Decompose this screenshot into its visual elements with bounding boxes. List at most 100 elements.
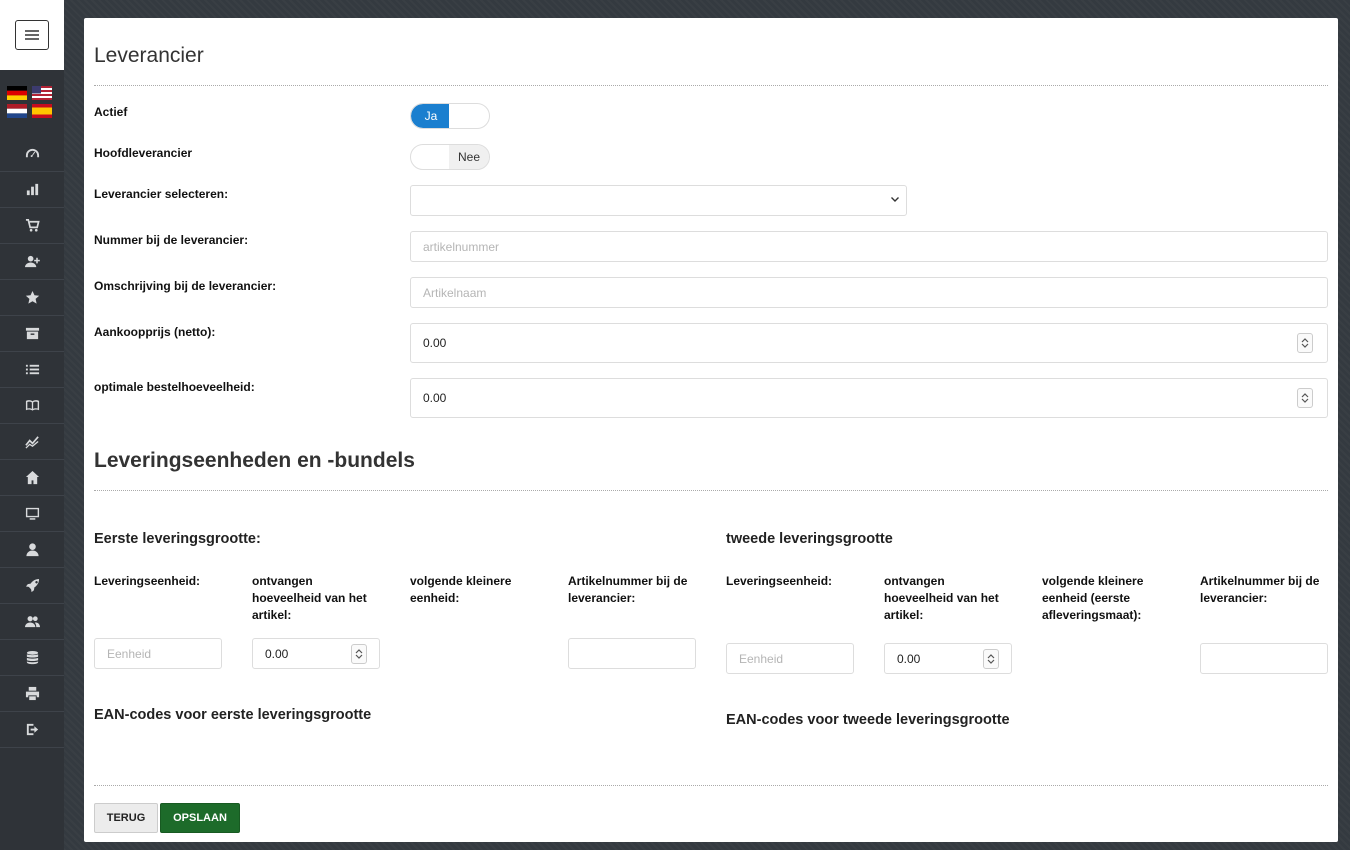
- first-col-unit: Leveringseenheid:: [94, 574, 201, 588]
- toggle-knob: [411, 145, 451, 169]
- first-qty-input[interactable]: 0.00: [252, 638, 380, 669]
- chevron-down-icon: [987, 659, 995, 664]
- sidebar-item-monitor[interactable]: [0, 496, 64, 532]
- user-icon: [25, 543, 39, 557]
- sidebar-item-analytics[interactable]: [0, 424, 64, 460]
- page-title: Leverancier: [94, 44, 204, 67]
- leverancier-select-label: Leverancier selecteren:: [94, 187, 229, 201]
- language-flags: [7, 86, 53, 118]
- dashboard-icon: [25, 148, 39, 158]
- sidebar-item-list[interactable]: [0, 352, 64, 388]
- sidebar-item-user[interactable]: [0, 532, 64, 568]
- sidebar-item-dashboard[interactable]: [0, 136, 64, 172]
- sidebar-item-catalog[interactable]: [0, 388, 64, 424]
- first-unit-input[interactable]: Eenheid: [94, 638, 222, 669]
- actief-toggle[interactable]: Ja: [410, 103, 490, 129]
- chevron-down-icon: [1301, 343, 1309, 348]
- menu-toggle-button[interactable]: [15, 20, 49, 50]
- database-icon: [26, 650, 38, 665]
- flag-nl-icon[interactable]: [7, 104, 27, 118]
- second-artnr-input[interactable]: [1200, 643, 1328, 674]
- aankoopprijs-stepper[interactable]: [1297, 333, 1313, 353]
- hoofdleverancier-toggle[interactable]: Nee: [410, 144, 490, 170]
- omschrijving-input[interactable]: Artikelnaam: [410, 277, 1328, 308]
- add-user-icon: [24, 255, 40, 268]
- leverancier-select[interactable]: [410, 185, 907, 216]
- omschrijving-label: Omschrijving bij de leverancier:: [94, 279, 277, 293]
- sidebar-item-favorites[interactable]: [0, 280, 64, 316]
- second-unit-input[interactable]: Eenheid: [726, 643, 854, 674]
- second-qty-value: 0.00: [897, 651, 921, 666]
- back-button[interactable]: TERUG: [94, 803, 158, 833]
- actief-toggle-value: Ja: [411, 104, 451, 128]
- second-col-smaller: volgende kleinere eenheid (eerste afleve…: [1042, 574, 1144, 622]
- first-ean-title: EAN-codes voor eerste leveringsgrootte: [94, 707, 372, 723]
- monitor-icon: [25, 507, 39, 520]
- delivery-section-title: Leveringseenheden en -bundels: [94, 449, 415, 472]
- star-icon: [25, 290, 39, 304]
- home-icon: [25, 470, 39, 485]
- users-icon: [24, 616, 40, 628]
- sidebar-item-cart[interactable]: [0, 208, 64, 244]
- second-qty-input[interactable]: 0.00: [884, 643, 1012, 674]
- divider: [94, 785, 1328, 786]
- first-col-qty: ontvangen hoeveelheid van het artikel:: [252, 574, 367, 622]
- aankoopprijs-input[interactable]: 0.00: [410, 323, 1328, 363]
- flag-us-icon[interactable]: [32, 86, 52, 100]
- save-button[interactable]: OPSLAAN: [160, 803, 240, 833]
- nummer-input[interactable]: artikelnummer: [410, 231, 1328, 262]
- first-qty-value: 0.00: [265, 646, 289, 661]
- second-unit-placeholder: Eenheid: [739, 651, 784, 666]
- second-col-artnr: Artikelnummer bij de leverancier:: [1200, 574, 1320, 605]
- nummer-placeholder: artikelnummer: [423, 239, 500, 254]
- sidebar-header: [0, 0, 64, 70]
- rocket-icon: [25, 578, 39, 593]
- archive-icon: [25, 327, 39, 340]
- flag-es-icon[interactable]: [32, 104, 52, 118]
- sidebar-item-add-user[interactable]: [0, 244, 64, 280]
- chevron-down-icon: [1301, 398, 1309, 403]
- list-icon: [25, 364, 39, 375]
- aankoopprijs-value: 0.00: [423, 336, 447, 350]
- hoofdleverancier-toggle-value: Nee: [449, 145, 489, 169]
- sidebar-menu: [0, 136, 64, 748]
- toggle-knob: [449, 104, 489, 128]
- sidebar-item-statistics[interactable]: [0, 172, 64, 208]
- sidebar-item-launch[interactable]: [0, 568, 64, 604]
- optimale-input[interactable]: 0.00: [410, 378, 1328, 418]
- actief-label: Actief: [94, 105, 128, 119]
- print-icon: [25, 686, 39, 701]
- optimale-stepper[interactable]: [1297, 388, 1313, 408]
- first-unit-placeholder: Eenheid: [107, 646, 152, 661]
- sidebar-item-archive[interactable]: [0, 316, 64, 352]
- second-col-unit: Leveringseenheid:: [726, 574, 833, 588]
- hoofdleverancier-label: Hoofdleverancier: [94, 146, 193, 160]
- omschrijving-placeholder: Artikelnaam: [423, 285, 487, 300]
- sidebar-item-users[interactable]: [0, 604, 64, 640]
- logout-icon: [26, 723, 38, 736]
- trend-icon: [24, 436, 39, 449]
- bar-chart-icon: [26, 183, 38, 196]
- second-qty-stepper[interactable]: [983, 649, 999, 669]
- nummer-label: Nummer bij de leverancier:: [94, 233, 249, 247]
- first-col-artnr: Artikelnummer bij de leverancier:: [568, 574, 688, 605]
- hamburger-icon: [25, 30, 39, 40]
- first-artnr-input[interactable]: [568, 638, 696, 669]
- sidebar-item-database[interactable]: [0, 640, 64, 676]
- second-size-title: tweede leveringsgrootte: [726, 531, 893, 547]
- flag-de-icon[interactable]: [7, 86, 27, 100]
- first-size-title: Eerste leveringsgrootte:: [94, 531, 261, 547]
- sidebar-item-home[interactable]: [0, 460, 64, 496]
- second-col-qty: ontvangen hoeveelheid van het artikel:: [884, 574, 999, 622]
- divider: [94, 85, 1328, 86]
- divider: [94, 490, 1328, 491]
- sidebar: [0, 0, 64, 850]
- sidebar-item-logout[interactable]: [0, 712, 64, 748]
- sidebar-item-print[interactable]: [0, 676, 64, 712]
- chevron-down-icon: [891, 197, 899, 202]
- optimale-label: optimale bestelhoeveelheid:: [94, 380, 255, 394]
- chevron-down-icon: [355, 654, 363, 659]
- supplier-form-panel: Leverancier Actief Ja Hoofdleverancier N…: [84, 18, 1338, 842]
- cart-icon: [25, 219, 40, 232]
- first-qty-stepper[interactable]: [351, 644, 367, 664]
